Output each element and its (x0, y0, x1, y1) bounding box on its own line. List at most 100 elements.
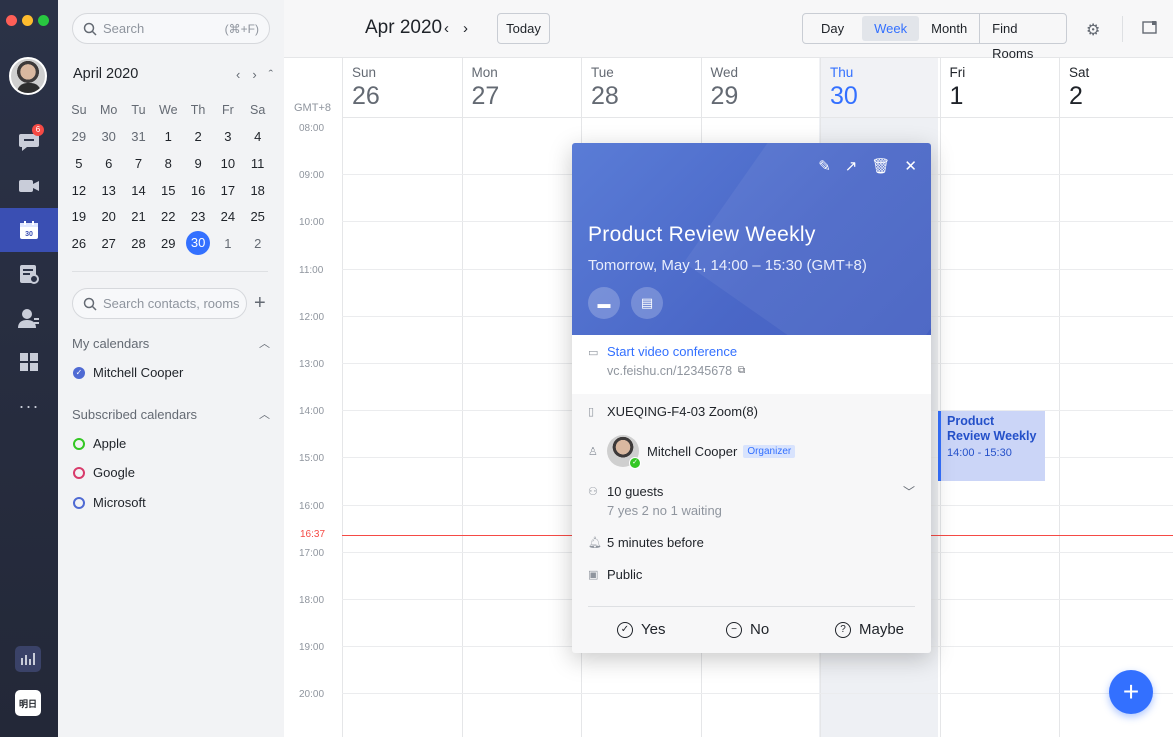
rail-app-tomorrow[interactable]: 明日 (15, 690, 41, 716)
rail-messenger[interactable]: 6 (0, 120, 58, 164)
mini-day[interactable]: 11 (243, 156, 273, 171)
mini-day[interactable]: 22 (153, 209, 183, 224)
rail-workplace[interactable] (0, 340, 58, 384)
day-header[interactable]: Fri 1 (939, 58, 1059, 118)
mini-day[interactable]: 17 (213, 183, 243, 198)
delete-icon[interactable]: 🗑 (871, 157, 890, 175)
rail-more[interactable]: ··· (0, 384, 58, 428)
unchecked-calendar-icon[interactable] (73, 437, 85, 450)
meeting-notes-icon[interactable]: ▤ (631, 287, 663, 319)
mini-day[interactable]: 2 (183, 129, 213, 144)
mini-day[interactable]: 3 (213, 129, 243, 144)
rail-calendar[interactable]: 30 (0, 208, 58, 252)
unchecked-calendar-icon[interactable] (73, 466, 85, 479)
rsvp-no-button[interactable]: − No (726, 621, 769, 638)
mini-day[interactable]: 15 (153, 183, 183, 198)
mini-day[interactable]: 13 (94, 183, 124, 198)
mini-day[interactable]: 27 (94, 236, 124, 251)
chevron-up-icon[interactable]: ︿ (259, 406, 270, 422)
share-icon[interactable]: ↗ (845, 157, 858, 175)
next-week-icon[interactable]: › (463, 20, 468, 37)
mini-day[interactable]: 5 (64, 156, 94, 171)
close-icon[interactable]: ✕ (904, 157, 917, 175)
mini-day-today[interactable]: 30 (183, 231, 213, 256)
mini-day[interactable]: 31 (124, 129, 154, 144)
mini-day[interactable]: 30 (94, 129, 124, 144)
mini-day[interactable]: 4 (243, 129, 273, 144)
calendar-item-apple[interactable]: Apple (73, 436, 126, 451)
rail-app-analytics[interactable] (15, 646, 41, 672)
avatar[interactable]: ✓ (607, 435, 641, 469)
mini-day[interactable]: 1 (153, 129, 183, 144)
mini-day[interactable]: 10 (213, 156, 243, 171)
my-calendars-header[interactable]: My calendars ︿ (72, 335, 270, 351)
subscribed-calendars-header[interactable]: Subscribed calendars ︿ (72, 406, 270, 422)
mini-day[interactable]: 29 (64, 129, 94, 144)
today-button[interactable]: Today (497, 13, 550, 44)
rail-contacts[interactable] (0, 296, 58, 340)
day-header[interactable]: Sat 2 (1059, 58, 1173, 118)
calendar-item-mitchell[interactable]: ✓ Mitchell Cooper (73, 365, 183, 380)
mini-day[interactable]: 25 (243, 209, 273, 224)
mini-day[interactable]: 21 (124, 209, 154, 224)
rsvp-maybe-button[interactable]: ? Maybe (835, 621, 904, 638)
mini-day[interactable]: 6 (94, 156, 124, 171)
search-input[interactable]: Search (⌘+F) (72, 13, 270, 44)
guests-row[interactable]: ⚇ 10 guests ﹀ (588, 483, 915, 500)
tab-month[interactable]: Month (919, 16, 979, 41)
calendar-item-google[interactable]: Google (73, 465, 135, 480)
tab-week[interactable]: Week (862, 16, 920, 41)
mini-day[interactable]: 19 (64, 209, 94, 224)
profile-avatar[interactable] (9, 57, 47, 95)
side-panel-icon[interactable] (1142, 20, 1157, 34)
start-video-conference-link[interactable]: Start video conference (607, 344, 737, 359)
copy-icon[interactable]: ⧉ (738, 365, 745, 376)
mini-day[interactable]: 28 (124, 236, 154, 251)
rail-docs[interactable] (0, 252, 58, 296)
chevron-up-icon[interactable]: ︿ (259, 335, 270, 351)
zoom-window-button[interactable] (38, 15, 49, 26)
prev-week-icon[interactable]: ‹ (444, 20, 449, 37)
minimize-window-button[interactable] (22, 15, 33, 26)
add-calendar-icon[interactable]: + (254, 292, 266, 315)
day-header[interactable]: Wed 29 (700, 58, 820, 118)
mini-day-number: 23 (190, 209, 206, 225)
find-rooms-button[interactable]: Find Rooms (980, 16, 1066, 61)
edit-icon[interactable]: ✎ (818, 157, 831, 175)
close-window-button[interactable] (6, 15, 17, 26)
mini-day[interactable]: 24 (213, 209, 243, 224)
event-block[interactable]: Product Review Weekly 14:00 - 15:30 (938, 411, 1045, 481)
tab-day[interactable]: Day (803, 16, 862, 41)
mini-day[interactable]: 26 (64, 236, 94, 251)
rsvp-yes-button[interactable]: ✓ Yes (617, 621, 665, 638)
mini-day[interactable]: 23 (183, 209, 213, 224)
day-header[interactable]: Thu 30 (820, 58, 940, 118)
rail-video[interactable] (0, 164, 58, 208)
mini-day[interactable]: 7 (124, 156, 154, 171)
mini-day[interactable]: 16 (183, 183, 213, 198)
mini-day[interactable]: 9 (183, 156, 213, 171)
day-header[interactable]: Mon 27 (461, 58, 581, 118)
contacts-search-input[interactable]: Search contacts, rooms (72, 288, 247, 319)
mini-day[interactable]: 29 (153, 236, 183, 251)
day-header[interactable]: Sun 26 (342, 58, 462, 118)
mini-day[interactable]: 12 (64, 183, 94, 198)
mini-collapse-icon[interactable]: ˆ (269, 67, 273, 82)
chevron-down-icon[interactable]: ﹀ (903, 483, 915, 500)
checked-calendar-icon[interactable]: ✓ (73, 366, 85, 379)
mini-day[interactable]: 1 (213, 236, 243, 251)
mini-day[interactable]: 2 (243, 236, 273, 251)
mini-day[interactable]: 18 (243, 183, 273, 198)
calendar-item-microsoft[interactable]: Microsoft (73, 495, 146, 510)
mini-next-month-icon[interactable]: › (252, 67, 256, 82)
unchecked-calendar-icon[interactable] (73, 496, 85, 509)
settings-gear-icon[interactable]: ⚙ (1086, 20, 1100, 40)
mini-day[interactable]: 14 (124, 183, 154, 198)
mini-day-number: 24 (220, 209, 236, 225)
mini-prev-month-icon[interactable]: ‹ (236, 67, 240, 82)
create-event-button[interactable]: + (1109, 670, 1153, 714)
mini-day[interactable]: 20 (94, 209, 124, 224)
day-header[interactable]: Tue 28 (581, 58, 701, 118)
group-chat-icon[interactable]: ▬ (588, 287, 620, 319)
mini-day[interactable]: 8 (153, 156, 183, 171)
